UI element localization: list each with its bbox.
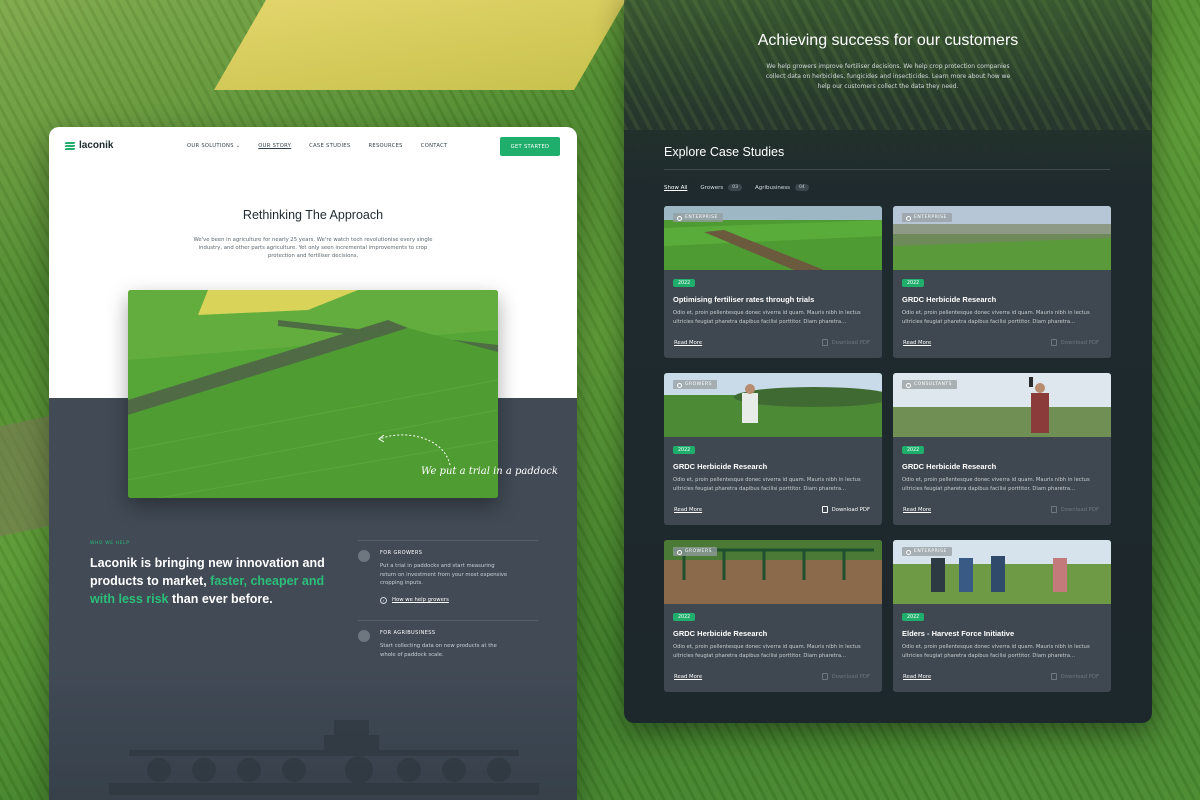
- case-study-card[interactable]: ENTERPRISE 2022 Elders - Harvest Force I…: [893, 540, 1111, 692]
- filter-growers[interactable]: Growers 03: [700, 184, 742, 191]
- right-page-mockup: Achieving success for our customers We h…: [624, 0, 1152, 723]
- card-desc: Odio et, proin pellentesque donec viverr…: [902, 310, 1090, 325]
- card-desc: Odio et, proin pellentesque donec viverr…: [673, 310, 861, 325]
- download-pdf-button[interactable]: Download PDF: [821, 673, 870, 680]
- get-started-button[interactable]: GET STARTED: [500, 137, 560, 156]
- card-title: GRDC Herbicide Research: [902, 295, 997, 304]
- case-study-card[interactable]: CONSULTANTS 2022 GRDC Herbicide Research…: [893, 373, 1111, 525]
- year-badge: 2022: [673, 613, 696, 621]
- download-pdf-button[interactable]: Download PDF: [1050, 506, 1099, 513]
- nav-resources[interactable]: RESOURCES: [368, 143, 402, 149]
- year-badge: 2022: [902, 446, 925, 454]
- divider: [664, 169, 1110, 170]
- seeder-machine-silhouette: [109, 720, 539, 795]
- help-desc: Start collecting data on new products at…: [380, 643, 497, 658]
- card-title: Elders - Harvest Force Initiative: [902, 629, 1015, 638]
- top-nav: laconik OUR SOLUTIONS ⌄ OUR STORY CASE ST…: [49, 127, 577, 167]
- document-download-icon: [821, 339, 828, 346]
- read-more-link[interactable]: Read More: [903, 340, 931, 346]
- chevron-down-icon: ⌄: [235, 143, 241, 149]
- card-desc: Odio et, proin pellentesque donec viverr…: [673, 644, 861, 659]
- case-study-card[interactable]: GROWERS 2022 GRDC Herbicide Research Odi…: [664, 540, 882, 692]
- filter-count: 03: [728, 184, 742, 191]
- filter-agribusiness[interactable]: Agribusiness 04: [755, 184, 809, 191]
- year-badge: 2022: [673, 279, 696, 287]
- nav-our-solutions[interactable]: OUR SOLUTIONS ⌄: [187, 143, 240, 149]
- read-more-link[interactable]: Read More: [674, 674, 702, 680]
- how-we-help-growers-link[interactable]: › How we help growers: [380, 596, 538, 604]
- read-more-link[interactable]: Read More: [674, 507, 702, 513]
- case-study-filters: Show All Growers 03 Agribusiness 04: [664, 184, 809, 191]
- year-badge: 2022: [902, 613, 925, 621]
- document-download-icon: [1050, 506, 1057, 513]
- card-title: Optimising fertiliser rates through tria…: [673, 295, 815, 304]
- help-category-icon: [358, 550, 370, 562]
- background-field-yellow: [214, 0, 626, 90]
- hero-text: We've been in agriculture for nearly 25 …: [193, 237, 433, 260]
- download-pdf-button[interactable]: Download PDF: [1050, 673, 1099, 680]
- document-download-icon: [821, 673, 828, 680]
- hero-title: Rethinking The Approach: [242, 208, 384, 222]
- paddock-annotation: We put a trial in a paddock: [421, 466, 558, 477]
- explore-title: Explore Case Studies: [664, 145, 785, 159]
- help-item-agribusiness: FOR AGRIBUSINESS Start collecting data o…: [358, 620, 538, 659]
- card-desc: Odio et, proin pellentesque donec viverr…: [902, 644, 1090, 659]
- help-desc: Put a trial in paddocks and start measur…: [380, 563, 508, 586]
- tag-icon: ENTERPRISE: [902, 213, 952, 222]
- help-heading: FOR GROWERS: [380, 550, 423, 556]
- who-we-help-title: Laconik is bringing new innovation and p…: [90, 556, 325, 606]
- help-heading: FOR AGRIBUSINESS: [380, 630, 436, 636]
- read-more-link[interactable]: Read More: [903, 674, 931, 680]
- case-study-card[interactable]: ENTERPRISE 2022 GRDC Herbicide Research …: [893, 206, 1111, 358]
- tag-icon: GROWERS: [673, 380, 717, 389]
- nav-our-story[interactable]: OUR STORY: [258, 143, 291, 149]
- read-more-link[interactable]: Read More: [903, 507, 931, 513]
- arrow-right-circle-icon: ›: [380, 596, 387, 604]
- tag-icon: ENTERPRISE: [902, 547, 952, 556]
- tag-icon: ENTERPRISE: [673, 213, 723, 222]
- card-title: GRDC Herbicide Research: [673, 629, 768, 638]
- document-download-icon: [1050, 339, 1057, 346]
- logo[interactable]: laconik: [64, 140, 114, 151]
- download-pdf-button[interactable]: Download PDF: [821, 339, 870, 346]
- download-pdf-button[interactable]: Download PDF: [1050, 339, 1099, 346]
- logo-text: laconik: [79, 140, 114, 151]
- year-badge: 2022: [902, 279, 925, 287]
- filter-count: 04: [794, 184, 809, 191]
- download-pdf-button[interactable]: Download PDF: [821, 506, 870, 513]
- card-title: GRDC Herbicide Research: [673, 462, 768, 471]
- document-download-icon: [821, 506, 828, 513]
- success-subtitle: We help growers improve fertiliser decis…: [765, 63, 1011, 90]
- document-download-icon: [1050, 673, 1057, 680]
- nav-links: OUR SOLUTIONS ⌄ OUR STORY CASE STUDIES RE…: [187, 143, 447, 149]
- help-category-icon: [358, 630, 370, 642]
- card-title: GRDC Herbicide Research: [902, 462, 997, 471]
- success-title: Achieving success for our customers: [757, 32, 1019, 49]
- left-page-mockup: laconik OUR SOLUTIONS ⌄ OUR STORY CASE ST…: [49, 127, 577, 800]
- nav-case-studies[interactable]: CASE STUDIES: [309, 143, 350, 149]
- card-desc: Odio et, proin pellentesque donec viverr…: [902, 477, 1090, 492]
- tag-icon: CONSULTANTS: [902, 380, 958, 389]
- year-badge: 2022: [673, 446, 696, 454]
- tag-icon: GROWERS: [673, 547, 717, 556]
- logo-mark-icon: [64, 141, 76, 151]
- who-we-help-label: WHO WE HELP: [90, 541, 130, 546]
- help-item-growers: FOR GROWERS Put a trial in paddocks and …: [358, 540, 538, 604]
- case-study-card[interactable]: GROWERS 2022 GRDC Herbicide Research Odi…: [664, 373, 882, 525]
- card-desc: Odio et, proin pellentesque donec viverr…: [673, 477, 861, 492]
- nav-contact[interactable]: CONTACT: [421, 143, 448, 149]
- case-study-card[interactable]: ENTERPRISE 2022 Optimising fertiliser ra…: [664, 206, 882, 358]
- filter-show-all[interactable]: Show All: [664, 185, 687, 191]
- curved-arrow-icon: [378, 434, 451, 466]
- read-more-link[interactable]: Read More: [674, 340, 702, 346]
